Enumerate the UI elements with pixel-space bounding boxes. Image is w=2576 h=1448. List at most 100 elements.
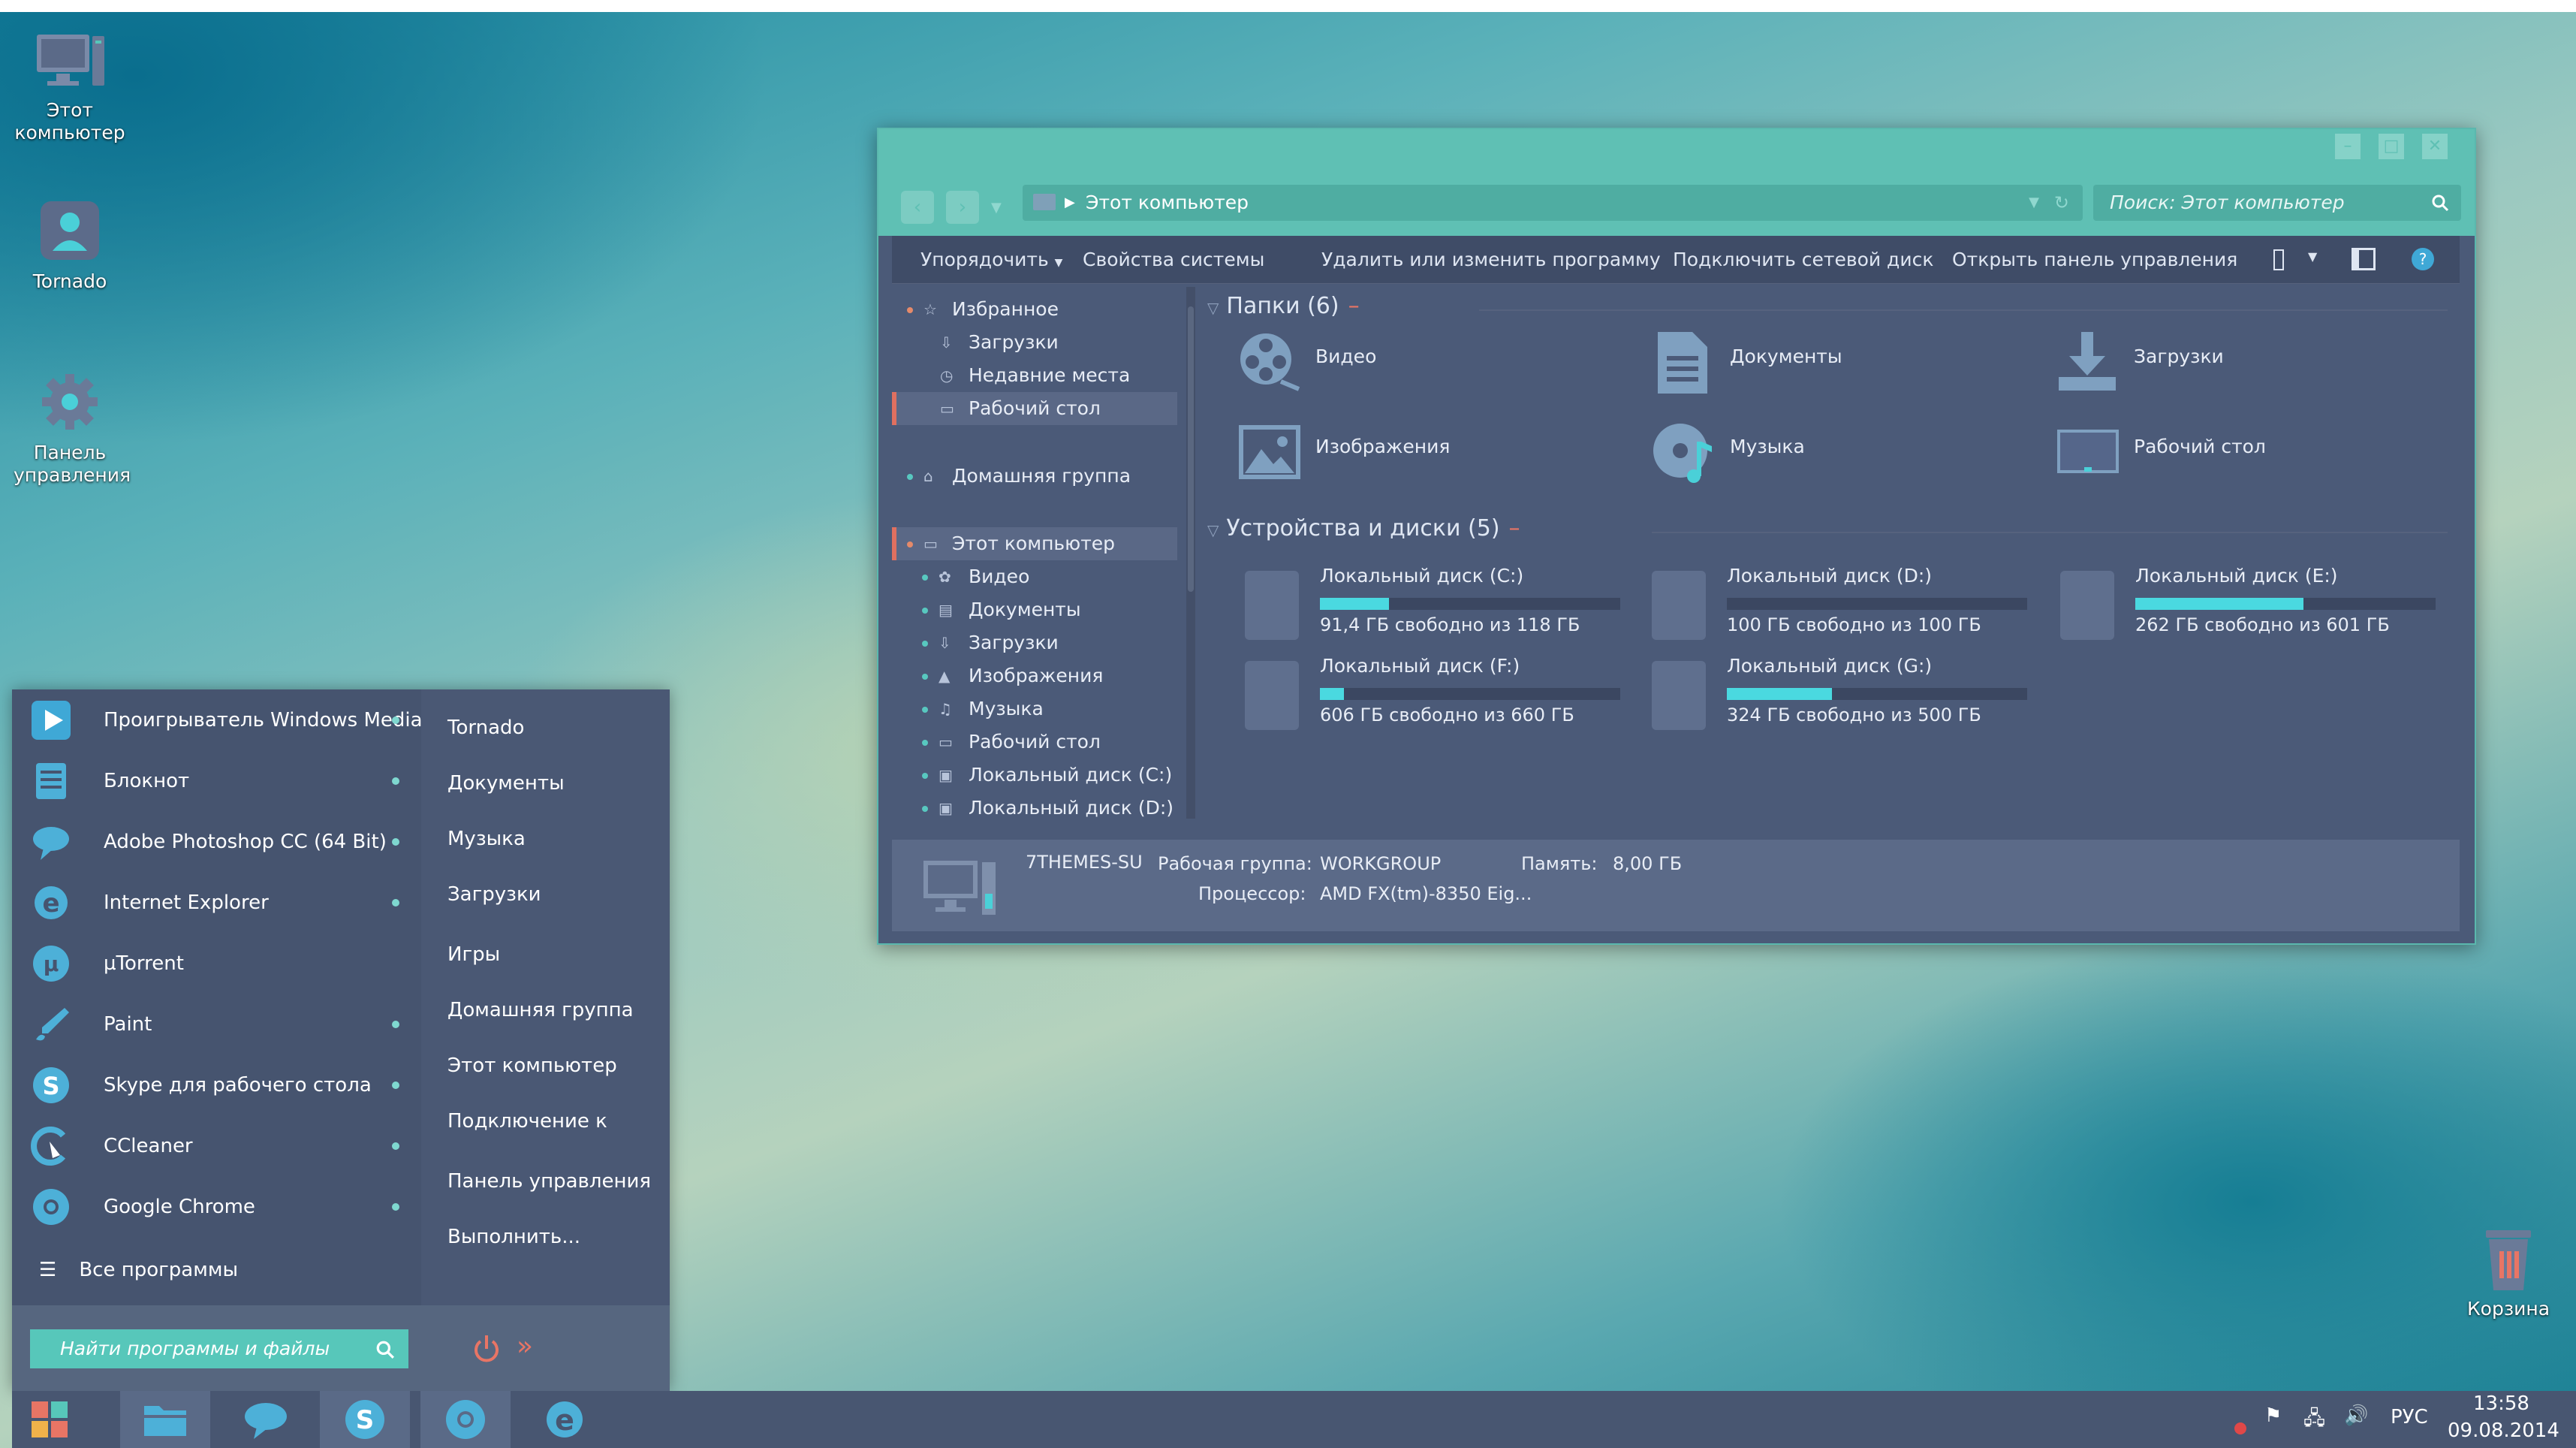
jumplist-indicator[interactable] [392, 1142, 399, 1150]
nav-item-drive-d[interactable]: ▣ Локальный диск (D:) [892, 792, 1177, 825]
start-right-tornado[interactable]: Tornado [447, 716, 524, 739]
history-dropdown-icon[interactable]: ▼ [991, 200, 1002, 216]
nav-item-homegroup[interactable]: ⌂ Домашняя группа [892, 460, 1177, 493]
nav-item-documents[interactable]: ▤ Документы [892, 593, 1177, 626]
folders-group-header[interactable]: ▽ Папки (6) – [1207, 293, 1360, 319]
organize-menu[interactable]: Упорядочить ▼ [920, 236, 1062, 284]
folder-videos[interactable]: Видео [1236, 324, 1536, 400]
nav-item-pictures[interactable]: ▲ Изображения [892, 659, 1177, 692]
start-right-homegroup[interactable]: Домашняя группа [447, 999, 634, 1021]
desktop-icon-tornado[interactable]: Tornado [14, 197, 126, 293]
nav-item-desktop[interactable]: ▭ Рабочий стол [892, 392, 1177, 425]
program-utorrent[interactable]: µ µTorrent [30, 933, 413, 993]
program-ccleaner[interactable]: CCleaner [30, 1115, 413, 1175]
network-icon[interactable]: 🖧 [2303, 1404, 2325, 1437]
start-right-downloads[interactable]: Загрузки [447, 883, 541, 906]
jumplist-indicator[interactable] [392, 1203, 399, 1211]
minimize-button[interactable]: – [2335, 134, 2361, 159]
all-programs-button[interactable]: ☰ Все программы [39, 1259, 238, 1281]
action-center-flag-icon[interactable]: ⚑ [2264, 1404, 2282, 1427]
power-options-icon[interactable]: » [517, 1331, 533, 1362]
notification-indicator-icon[interactable] [2234, 1422, 2246, 1434]
start-right-this-pc[interactable]: Этот компьютер [447, 1054, 617, 1077]
folder-desktop[interactable]: Рабочий стол [2054, 415, 2355, 490]
back-button[interactable]: ‹ [901, 191, 934, 224]
nav-item-downloads-pc[interactable]: ⇩ Загрузки [892, 626, 1177, 659]
skype-icon: S [33, 1067, 69, 1103]
start-right-connect-to[interactable]: Подключение к [447, 1110, 607, 1133]
close-button[interactable]: ✕ [2422, 134, 2448, 159]
jumplist-indicator[interactable] [392, 838, 399, 846]
open-control-panel-button[interactable]: Открыть панель управления [1952, 236, 2237, 284]
address-bar[interactable]: ▶ Этот компьютер ▼ ↻ [1023, 185, 2083, 221]
program-skype[interactable]: S Skype для рабочего стола [30, 1054, 413, 1115]
nav-label: Этот компьютер [952, 532, 1116, 554]
nav-scrollbar-thumb[interactable] [1188, 306, 1194, 592]
start-right-run[interactable]: Выполнить... [447, 1226, 580, 1248]
jumplist-indicator[interactable] [392, 777, 399, 785]
nav-item-desktop-pc[interactable]: ▭ Рабочий стол [892, 726, 1177, 759]
drive-g[interactable]: Локальный диск (G:) 324 ГБ свободно из 5… [1652, 655, 2042, 738]
nav-item-music[interactable]: ♫ Музыка [892, 692, 1177, 726]
start-right-documents[interactable]: Документы [447, 772, 565, 795]
nav-item-drive-c[interactable]: ▣ Локальный диск (C:) [892, 759, 1177, 792]
clock-date[interactable]: 09.08.2014 [2448, 1419, 2559, 1442]
address-dropdown-icon[interactable]: ▼ [2029, 185, 2039, 221]
desktop-icon-control-panel[interactable]: Панель управления [14, 368, 131, 487]
drive-f[interactable]: Локальный диск (F:) 606 ГБ свободно из 6… [1245, 655, 1635, 738]
clock-time[interactable]: 13:58 [2473, 1392, 2529, 1415]
view-dropdown-icon[interactable]: ▼ [2308, 249, 2317, 264]
map-network-drive-button[interactable]: Подключить сетевой диск [1673, 236, 1933, 284]
program-internet-explorer[interactable]: e Internet Explorer [30, 872, 413, 932]
taskbar-skype[interactable]: S [320, 1391, 410, 1448]
view-options-icon[interactable] [2273, 249, 2284, 270]
jumplist-indicator[interactable] [392, 716, 399, 724]
program-photoshop[interactable]: Adobe Photoshop CC (64 Bit) [30, 811, 413, 871]
start-search-input[interactable]: Найти программы и файлы [30, 1329, 408, 1368]
program-paint[interactable]: Paint [30, 994, 413, 1054]
program-notepad[interactable]: Блокнот [30, 750, 413, 810]
volume-icon[interactable]: 🔊 [2344, 1404, 2368, 1427]
search-input[interactable]: Поиск: Этот компьютер [2093, 185, 2461, 221]
taskbar-internet-explorer[interactable]: e [520, 1391, 610, 1448]
folder-downloads[interactable]: Загрузки [2054, 324, 2355, 400]
jumplist-indicator[interactable] [392, 1021, 399, 1028]
uninstall-program-button[interactable]: Удалить или изменить программу [1321, 236, 1661, 284]
nav-item-recent-places[interactable]: ◷ Недавние места [892, 359, 1177, 392]
drive-d[interactable]: Локальный диск (D:) 100 ГБ свободно из 1… [1652, 565, 2042, 647]
desktop-icon-recycle-bin[interactable]: Корзина [2452, 1226, 2565, 1320]
taskbar-explorer[interactable] [120, 1391, 210, 1448]
nav-item-downloads[interactable]: ⇩ Загрузки [892, 326, 1177, 359]
nav-item-this-pc[interactable]: ▭ Этот компьютер [892, 527, 1177, 560]
system-properties-button[interactable]: Свойства системы [1083, 236, 1264, 284]
preview-pane-icon[interactable] [2352, 248, 2376, 270]
taskbar-messenger[interactable] [221, 1391, 311, 1448]
desktop-icon-this-pc[interactable]: Этот компьютер [14, 30, 126, 144]
start-button[interactable] [12, 1391, 87, 1448]
jumplist-indicator[interactable] [392, 1081, 399, 1089]
devices-group-header[interactable]: ▽ Устройства и диски (5) – [1207, 515, 1520, 541]
refresh-icon[interactable]: ↻ [2054, 185, 2069, 221]
language-indicator[interactable]: РУС [2391, 1406, 2428, 1428]
maximize-button[interactable]: □ [2379, 134, 2404, 159]
help-icon[interactable]: ? [2412, 248, 2434, 270]
jumplist-indicator[interactable] [392, 899, 399, 907]
program-google-chrome[interactable]: Google Chrome [30, 1176, 413, 1236]
start-right-music[interactable]: Музыка [447, 828, 526, 850]
title-bar[interactable]: – □ ✕ [878, 129, 2475, 176]
folder-documents[interactable]: Документы [1650, 324, 1951, 400]
drive-e[interactable]: Локальный диск (E:) 262 ГБ свободно из 6… [2060, 565, 2451, 647]
search-icon[interactable] [375, 1340, 395, 1359]
start-right-games[interactable]: Игры [447, 943, 500, 966]
folder-pictures[interactable]: Изображения [1236, 415, 1536, 490]
drive-c[interactable]: Локальный диск (C:) 91,4 ГБ свободно из … [1245, 565, 1635, 647]
program-windows-media-player[interactable]: Проигрыватель Windows Media [30, 689, 423, 750]
start-right-control-panel[interactable]: Панель управления [447, 1170, 651, 1193]
nav-item-videos[interactable]: ✿ Видео [892, 560, 1177, 593]
nav-item-favorites[interactable]: ☆ Избранное [892, 293, 1177, 326]
search-icon[interactable] [2431, 194, 2449, 212]
folder-music[interactable]: Музыка [1650, 415, 1951, 490]
power-icon[interactable] [472, 1332, 502, 1365]
taskbar-chrome[interactable] [420, 1391, 511, 1448]
forward-button[interactable]: › [946, 191, 979, 224]
